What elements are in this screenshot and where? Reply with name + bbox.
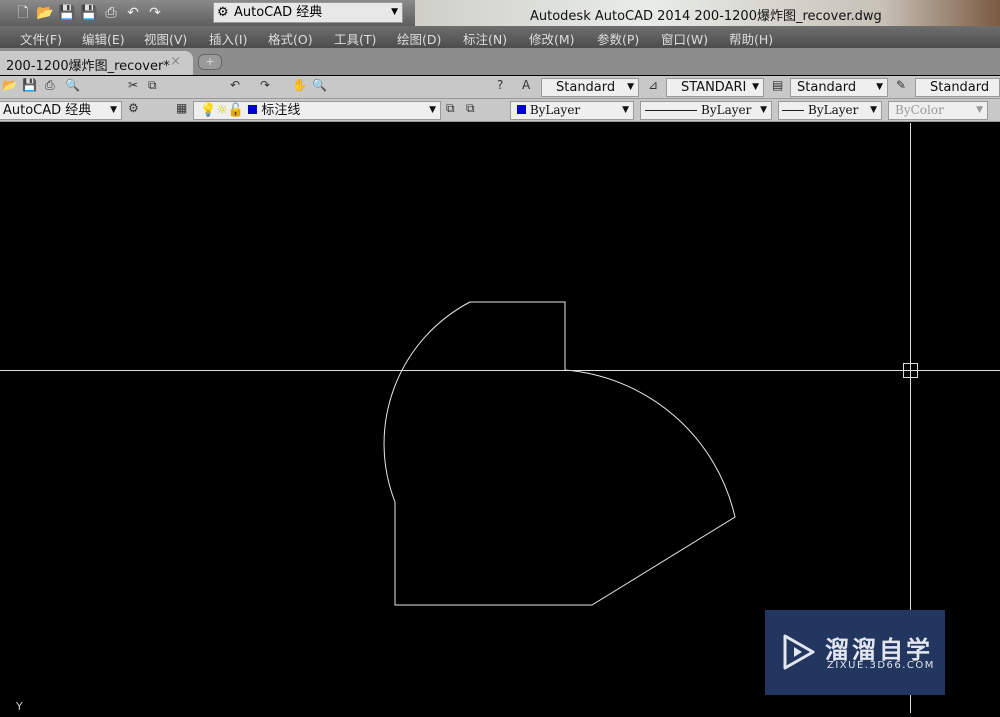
text-style-dropdown[interactable]: Standard ▼ — [541, 78, 639, 97]
workspace-label: AutoCAD 经典 — [234, 5, 323, 20]
menu-view[interactable]: 视图(V) — [144, 29, 187, 48]
play-logo-icon — [783, 634, 815, 670]
chevron-down-icon: ▼ — [622, 105, 629, 115]
chevron-down-icon: ▼ — [752, 82, 759, 92]
open-icon[interactable]: 📂 — [2, 78, 17, 92]
layer-color-swatch — [248, 105, 258, 114]
chevron-down-icon: ▼ — [627, 82, 634, 92]
table-style-icon: ▤ — [772, 78, 784, 92]
dim-style-value: STANDARI — [681, 80, 747, 95]
chevron-down-icon: ▼ — [976, 105, 983, 115]
color-dropdown[interactable]: ByLayer ▼ — [510, 101, 634, 120]
save-icon[interactable]: 💾 — [22, 78, 37, 92]
open-icon[interactable]: 📂 — [34, 3, 56, 23]
lineweight-dropdown[interactable]: ByLayer ▼ — [778, 101, 882, 120]
help-icon[interactable]: ? — [497, 78, 503, 92]
print-icon[interactable]: ⎙ — [45, 78, 55, 93]
watermark-url: ZIXUE.3D66.COM — [827, 660, 935, 671]
text-style-value: Standard — [556, 80, 616, 95]
color-swatch — [517, 105, 526, 114]
menu-window[interactable]: 窗口(W) — [661, 29, 708, 48]
save-as-icon[interactable]: 💾 — [78, 3, 100, 23]
lock-icon: 🔓 — [227, 103, 245, 118]
multileader-style-icon: ✎ — [896, 78, 907, 92]
chevron-down-icon: ▼ — [870, 105, 877, 115]
menu-parametric[interactable]: 参数(P) — [597, 29, 639, 48]
layer-dropdown[interactable]: 💡☼🔓 标注线 ▼ — [193, 101, 441, 120]
window-title: Autodesk AutoCAD 2014 200-1200爆炸图_recove… — [530, 9, 882, 24]
table-style-value: Standard — [797, 80, 857, 95]
preview-icon[interactable]: 🔍 — [65, 78, 80, 92]
chevron-down-icon: ▼ — [110, 105, 117, 115]
drawing-outline — [383, 301, 736, 606]
print-icon[interactable]: ⎙ — [100, 3, 122, 23]
file-tabs: 200-1200爆炸图_recover* × + — [0, 48, 1000, 75]
text-style-icon: A — [522, 78, 531, 92]
dim-style-dropdown[interactable]: STANDARI ▼ — [666, 78, 764, 97]
watermark-logo: 溜溜自学 ZIXUE.3D66.COM — [765, 610, 945, 695]
quick-access-toolbar: 🗋 📂 💾 💾 ⎙ ↶ ↷ ⚙ AutoCAD 经典 ▼ Autodesk Auto… — [0, 0, 1000, 26]
menu-format[interactable]: 格式(O) — [268, 29, 313, 48]
menu-draw[interactable]: 绘图(D) — [397, 29, 441, 48]
undo-icon[interactable]: ↶ — [122, 3, 144, 23]
tab-drawing[interactable]: 200-1200爆炸图_recover* × — [0, 51, 193, 75]
copy-icon[interactable]: ⧉ — [148, 78, 157, 93]
workspace-dropdown[interactable]: ⚙ AutoCAD 经典 ▼ — [213, 2, 403, 23]
pan-icon[interactable]: ✋ — [292, 78, 307, 92]
chevron-down-icon: ▼ — [429, 105, 436, 115]
cut-icon[interactable]: ✂ — [128, 78, 138, 92]
sun-icon: ☼ — [216, 103, 228, 118]
plotstyle-dropdown: ByColor ▼ — [888, 101, 988, 120]
menu-edit[interactable]: 编辑(E) — [82, 29, 125, 48]
layers-toolbar: AutoCAD 经典 ▼ ⚙ ▦ 💡☼🔓 标注线 ▼ ⧉ ⧉ ByLayer ▼ B… — [0, 99, 1000, 122]
menu-insert[interactable]: 插入(I) — [209, 29, 247, 48]
ucs-icon: Y — [16, 700, 23, 713]
redo-icon[interactable]: ↷ — [144, 3, 166, 23]
workspace-combo-value: AutoCAD 经典 — [3, 103, 92, 118]
menu-dimension[interactable]: 标注(N) — [463, 29, 507, 48]
plotstyle-value: ByColor — [895, 103, 944, 117]
make-current-icon[interactable]: ⧉ — [446, 101, 455, 116]
layer-previous-icon[interactable]: ⧉ — [466, 101, 475, 116]
lightbulb-icon: 💡 — [200, 103, 217, 118]
gear-icon[interactable]: ⚙ — [128, 101, 139, 115]
lineweight-sample — [782, 110, 804, 111]
linetype-sample — [645, 110, 697, 111]
menu-bar: 文件(F) 编辑(E) 视图(V) 插入(I) 格式(O) 工具(T) 绘图(D… — [0, 26, 1000, 48]
chevron-down-icon: ▼ — [760, 105, 767, 115]
dim-style-icon: ⊿ — [648, 78, 659, 92]
gear-icon: ⚙ — [217, 5, 229, 20]
tab-label: 200-1200爆炸图_recover* — [6, 59, 170, 74]
new-tab-button[interactable]: + — [198, 54, 222, 70]
linetype-value: ByLayer — [701, 103, 752, 117]
chevron-down-icon: ▼ — [391, 7, 398, 17]
layer-properties-icon[interactable]: ▦ — [176, 101, 187, 115]
multileader-style-value: Standard — [930, 80, 990, 95]
linetype-dropdown[interactable]: ByLayer ▼ — [640, 101, 772, 120]
menu-file[interactable]: 文件(F) — [20, 29, 62, 48]
menu-help[interactable]: 帮助(H) — [729, 29, 773, 48]
current-layer-name: 标注线 — [261, 103, 301, 118]
lineweight-value: ByLayer — [808, 103, 859, 117]
undo-icon[interactable]: ↶ — [230, 78, 240, 92]
new-icon[interactable]: 🗋 — [12, 3, 34, 23]
close-icon[interactable]: × — [170, 54, 181, 69]
color-value: ByLayer — [529, 103, 581, 117]
redo-icon[interactable]: ↷ — [260, 78, 270, 92]
menu-modify[interactable]: 修改(M) — [529, 29, 575, 48]
multileader-style-dropdown[interactable]: Standard — [915, 78, 1000, 97]
chevron-down-icon: ▼ — [876, 82, 883, 92]
save-icon[interactable]: 💾 — [56, 3, 78, 23]
standard-toolbar: 📂 💾 ⎙ 🔍 ✂ ⧉ ↶ ↷ ✋ 🔍 ? A Standard ▼ ⊿ STAN… — [0, 76, 1000, 99]
menu-tools[interactable]: 工具(T) — [334, 29, 376, 48]
table-style-dropdown[interactable]: Standard ▼ — [790, 78, 888, 97]
workspace-combo[interactable]: AutoCAD 经典 ▼ — [0, 101, 122, 120]
zoom-realtime-icon[interactable]: 🔍 — [312, 78, 327, 92]
